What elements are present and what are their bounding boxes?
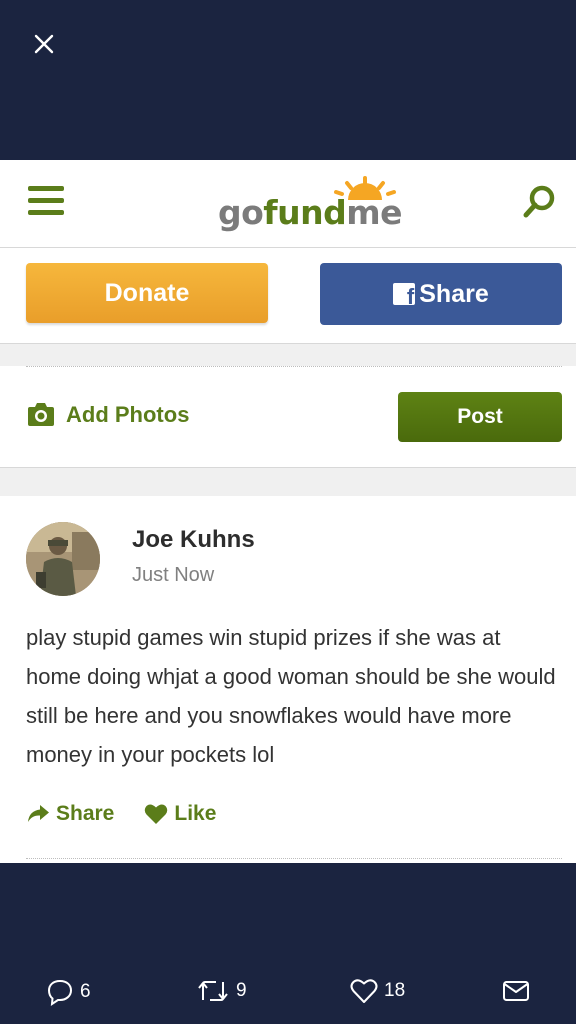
retweet-button[interactable]: 9 xyxy=(196,978,247,1004)
comment-like-button[interactable]: Like xyxy=(144,802,216,826)
like-button[interactable]: 18 xyxy=(350,978,405,1004)
site-header: gofundme xyxy=(0,160,576,248)
comment-card: Joe Kuhns Just Now play stupid games win… xyxy=(0,496,576,863)
action-bar: Donate f Share xyxy=(0,248,576,344)
comment-like-label: Like xyxy=(174,802,217,825)
avatar-photo xyxy=(26,522,100,596)
share-arrow-icon xyxy=(28,805,49,822)
comment-timestamp: Just Now xyxy=(132,564,215,586)
envelope-icon xyxy=(503,981,529,1001)
direct-message-button[interactable] xyxy=(502,978,530,1004)
camera-icon xyxy=(28,403,54,426)
comment-text: play stupid games win stupid prizes if s… xyxy=(26,625,556,767)
add-photos-label: Add Photos xyxy=(66,402,190,427)
like-count: 18 xyxy=(384,980,406,1001)
donate-button[interactable]: Donate xyxy=(26,263,268,323)
close-button[interactable] xyxy=(30,30,58,58)
close-icon xyxy=(34,34,54,54)
reply-icon xyxy=(47,979,73,1006)
post-label: Post xyxy=(457,405,503,428)
comment-share-button[interactable]: Share xyxy=(26,802,114,826)
comment-actions: Share Like xyxy=(26,802,216,826)
comment-author[interactable]: Joe Kuhns xyxy=(132,526,255,554)
hamburger-icon[interactable] xyxy=(28,186,64,216)
search-button[interactable] xyxy=(522,184,558,220)
facebook-icon: f xyxy=(393,283,416,305)
tweet-action-bar: 6 9 18 xyxy=(0,966,576,1022)
donate-label: Donate xyxy=(104,278,190,307)
logo-wordmark: gofundme xyxy=(218,193,403,232)
divider xyxy=(26,366,562,367)
facebook-share-button[interactable]: f Share xyxy=(320,263,562,325)
gofundme-logo: gofundme xyxy=(218,176,403,234)
post-button[interactable]: Post xyxy=(398,392,562,442)
divider xyxy=(26,858,562,859)
retweet-icon xyxy=(198,981,228,1001)
heart-outline-icon xyxy=(350,979,378,1003)
compose-bar: Add Photos Post xyxy=(0,366,576,468)
reply-count: 6 xyxy=(80,981,91,1002)
share-label: Share xyxy=(419,279,489,308)
add-photos-button[interactable]: Add Photos xyxy=(26,402,189,428)
search-icon xyxy=(523,185,555,218)
comment-share-label: Share xyxy=(56,802,115,825)
reply-button[interactable]: 6 xyxy=(46,978,91,1006)
retweet-count: 9 xyxy=(236,980,247,1001)
heart-icon xyxy=(145,804,168,824)
gofundme-screenshot: gofundme Donate f Share Add Photos Post … xyxy=(0,160,576,863)
avatar[interactable] xyxy=(26,522,100,596)
